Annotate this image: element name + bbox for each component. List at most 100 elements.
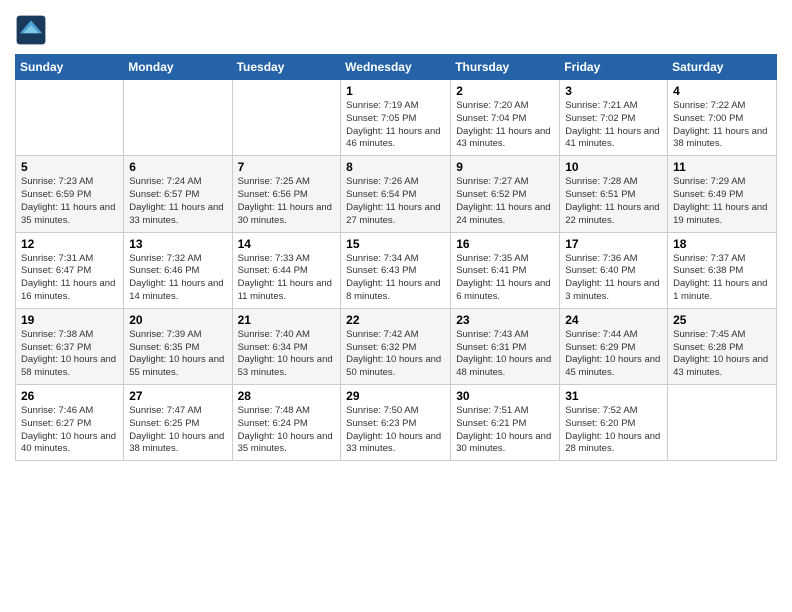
calendar-cell: 13 Sunrise: 7:32 AM Sunset: 6:46 PM Dayli… (124, 232, 232, 308)
logo-icon (15, 14, 47, 46)
day-info: Sunrise: 7:47 AM Sunset: 6:25 PM Dayligh… (129, 405, 226, 456)
day-number: 13 (129, 237, 226, 251)
day-number: 23 (456, 313, 554, 327)
day-number: 31 (565, 389, 662, 403)
day-info: Sunrise: 7:42 AM Sunset: 6:32 PM Dayligh… (346, 329, 445, 380)
day-info: Sunrise: 7:50 AM Sunset: 6:23 PM Dayligh… (346, 405, 445, 456)
day-info: Sunrise: 7:28 AM Sunset: 6:51 PM Dayligh… (565, 176, 662, 227)
calendar-cell: 12Sunrise: 7:31 AM Sunset: 6:47 PM Dayli… (16, 232, 124, 308)
day-info: Sunrise: 7:44 AM Sunset: 6:29 PM Dayligh… (565, 329, 662, 380)
calendar-cell (232, 80, 341, 156)
calendar-cell: 18 Sunrise: 7:37 AM Sunset: 6:38 PM Dayli… (668, 232, 777, 308)
day-number: 14 (238, 237, 336, 251)
day-number: 15 (346, 237, 445, 251)
day-number: 26 (21, 389, 118, 403)
calendar-cell: 29 Sunrise: 7:50 AM Sunset: 6:23 PM Dayli… (341, 385, 451, 461)
calendar-cell: 30 Sunrise: 7:51 AM Sunset: 6:21 PM Dayli… (451, 385, 560, 461)
calendar-cell: 28Sunrise: 7:48 AM Sunset: 6:24 PM Dayli… (232, 385, 341, 461)
day-info: Sunrise: 7:23 AM Sunset: 6:59 PM Dayligh… (21, 176, 118, 227)
calendar-week-2: 5 Sunrise: 7:23 AM Sunset: 6:59 PM Daylig… (16, 156, 777, 232)
day-info: Sunrise: 7:36 AM Sunset: 6:40 PM Dayligh… (565, 253, 662, 304)
day-number: 5 (21, 160, 118, 174)
day-info: Sunrise: 7:45 AM Sunset: 6:28 PM Dayligh… (673, 329, 771, 380)
day-number: 16 (456, 237, 554, 251)
day-info: Sunrise: 7:46 AM Sunset: 6:27 PM Dayligh… (21, 405, 118, 456)
day-info: Sunrise: 7:52 AM Sunset: 6:20 PM Dayligh… (565, 405, 662, 456)
day-number: 22 (346, 313, 445, 327)
day-number: 24 (565, 313, 662, 327)
weekday-header-monday: Monday (124, 55, 232, 80)
calendar-cell: 16 Sunrise: 7:35 AM Sunset: 6:41 PM Dayli… (451, 232, 560, 308)
day-info: Sunrise: 7:48 AM Sunset: 6:24 PM Dayligh… (238, 405, 336, 456)
calendar-cell: 21Sunrise: 7:40 AM Sunset: 6:34 PM Dayli… (232, 308, 341, 384)
calendar-cell: 26 Sunrise: 7:46 AM Sunset: 6:27 PM Dayli… (16, 385, 124, 461)
day-number: 8 (346, 160, 445, 174)
calendar-cell: 17Sunrise: 7:36 AM Sunset: 6:40 PM Dayli… (560, 232, 668, 308)
calendar-cell (668, 385, 777, 461)
day-number: 11 (673, 160, 771, 174)
logo (15, 14, 49, 46)
weekday-header-saturday: Saturday (668, 55, 777, 80)
day-info: Sunrise: 7:29 AM Sunset: 6:49 PM Dayligh… (673, 176, 771, 227)
day-number: 30 (456, 389, 554, 403)
day-info: Sunrise: 7:21 AM Sunset: 7:02 PM Dayligh… (565, 100, 662, 151)
day-number: 21 (238, 313, 336, 327)
calendar-cell: 11 Sunrise: 7:29 AM Sunset: 6:49 PM Dayli… (668, 156, 777, 232)
day-info: Sunrise: 7:27 AM Sunset: 6:52 PM Dayligh… (456, 176, 554, 227)
calendar-cell: 2Sunrise: 7:20 AM Sunset: 7:04 PM Daylig… (451, 80, 560, 156)
calendar-cell: 25 Sunrise: 7:45 AM Sunset: 6:28 PM Dayli… (668, 308, 777, 384)
calendar-cell: 27 Sunrise: 7:47 AM Sunset: 6:25 PM Dayli… (124, 385, 232, 461)
calendar-cell: 4 Sunrise: 7:22 AM Sunset: 7:00 PM Daylig… (668, 80, 777, 156)
day-info: Sunrise: 7:35 AM Sunset: 6:41 PM Dayligh… (456, 253, 554, 304)
day-number: 19 (21, 313, 118, 327)
calendar-cell: 6 Sunrise: 7:24 AM Sunset: 6:57 PM Daylig… (124, 156, 232, 232)
day-number: 7 (238, 160, 336, 174)
day-number: 4 (673, 84, 771, 98)
calendar-cell: 23Sunrise: 7:43 AM Sunset: 6:31 PM Dayli… (451, 308, 560, 384)
calendar-week-1: 1 Sunrise: 7:19 AM Sunset: 7:05 PM Daylig… (16, 80, 777, 156)
day-info: Sunrise: 7:33 AM Sunset: 6:44 PM Dayligh… (238, 253, 336, 304)
calendar-cell: 14 Sunrise: 7:33 AM Sunset: 6:44 PM Dayli… (232, 232, 341, 308)
day-info: Sunrise: 7:32 AM Sunset: 6:46 PM Dayligh… (129, 253, 226, 304)
weekday-header-row: SundayMondayTuesdayWednesdayThursdayFrid… (16, 55, 777, 80)
day-number: 9 (456, 160, 554, 174)
day-number: 18 (673, 237, 771, 251)
calendar-cell: 22 Sunrise: 7:42 AM Sunset: 6:32 PM Dayli… (341, 308, 451, 384)
page: SundayMondayTuesdayWednesdayThursdayFrid… (0, 0, 792, 612)
day-info: Sunrise: 7:34 AM Sunset: 6:43 PM Dayligh… (346, 253, 445, 304)
day-number: 6 (129, 160, 226, 174)
calendar-week-5: 26 Sunrise: 7:46 AM Sunset: 6:27 PM Dayli… (16, 385, 777, 461)
calendar-cell: 24 Sunrise: 7:44 AM Sunset: 6:29 PM Dayli… (560, 308, 668, 384)
day-number: 3 (565, 84, 662, 98)
day-number: 29 (346, 389, 445, 403)
day-info: Sunrise: 7:37 AM Sunset: 6:38 PM Dayligh… (673, 253, 771, 304)
day-number: 25 (673, 313, 771, 327)
day-number: 27 (129, 389, 226, 403)
weekday-header-thursday: Thursday (451, 55, 560, 80)
day-info: Sunrise: 7:39 AM Sunset: 6:35 PM Dayligh… (129, 329, 226, 380)
day-number: 1 (346, 84, 445, 98)
calendar-cell: 5 Sunrise: 7:23 AM Sunset: 6:59 PM Daylig… (16, 156, 124, 232)
day-info: Sunrise: 7:24 AM Sunset: 6:57 PM Dayligh… (129, 176, 226, 227)
calendar-cell: 9 Sunrise: 7:27 AM Sunset: 6:52 PM Daylig… (451, 156, 560, 232)
day-info: Sunrise: 7:22 AM Sunset: 7:00 PM Dayligh… (673, 100, 771, 151)
weekday-header-tuesday: Tuesday (232, 55, 341, 80)
day-info: Sunrise: 7:25 AM Sunset: 6:56 PM Dayligh… (238, 176, 336, 227)
weekday-header-wednesday: Wednesday (341, 55, 451, 80)
day-info: Sunrise: 7:20 AM Sunset: 7:04 PM Dayligh… (456, 100, 554, 151)
calendar-cell: 19Sunrise: 7:38 AM Sunset: 6:37 PM Dayli… (16, 308, 124, 384)
day-number: 10 (565, 160, 662, 174)
day-info: Sunrise: 7:19 AM Sunset: 7:05 PM Dayligh… (346, 100, 445, 151)
day-info: Sunrise: 7:26 AM Sunset: 6:54 PM Dayligh… (346, 176, 445, 227)
day-info: Sunrise: 7:51 AM Sunset: 6:21 PM Dayligh… (456, 405, 554, 456)
calendar-cell: 31 Sunrise: 7:52 AM Sunset: 6:20 PM Dayli… (560, 385, 668, 461)
day-number: 12 (21, 237, 118, 251)
weekday-header-sunday: Sunday (16, 55, 124, 80)
calendar-week-4: 19Sunrise: 7:38 AM Sunset: 6:37 PM Dayli… (16, 308, 777, 384)
header (15, 10, 777, 46)
calendar-cell: 1 Sunrise: 7:19 AM Sunset: 7:05 PM Daylig… (341, 80, 451, 156)
day-number: 20 (129, 313, 226, 327)
calendar-table: SundayMondayTuesdayWednesdayThursdayFrid… (15, 54, 777, 461)
calendar-cell (124, 80, 232, 156)
calendar-cell: 7 Sunrise: 7:25 AM Sunset: 6:56 PM Daylig… (232, 156, 341, 232)
